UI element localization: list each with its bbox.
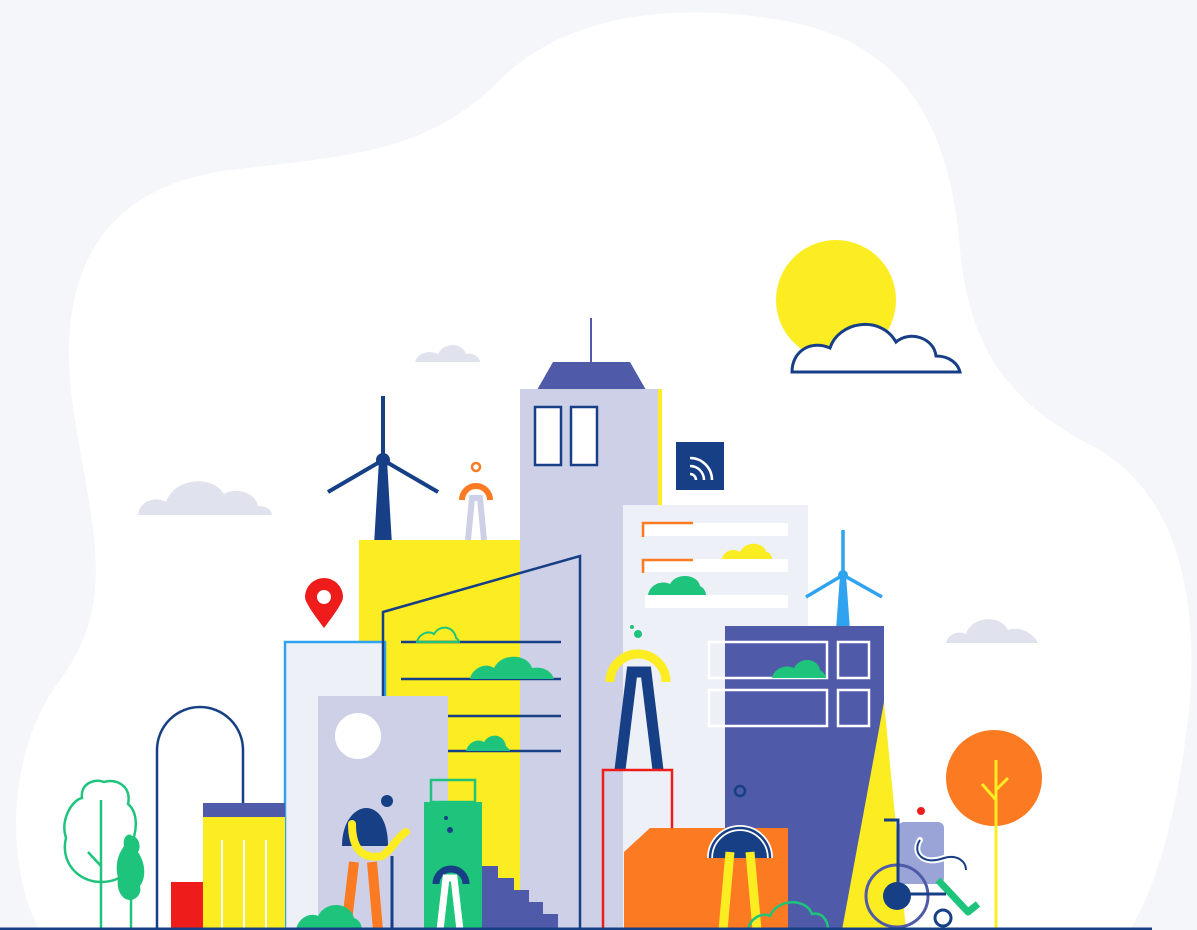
smart-city-illustration	[0, 12, 1192, 930]
wifi-signal-icon	[676, 442, 724, 490]
building-icon	[424, 778, 482, 930]
